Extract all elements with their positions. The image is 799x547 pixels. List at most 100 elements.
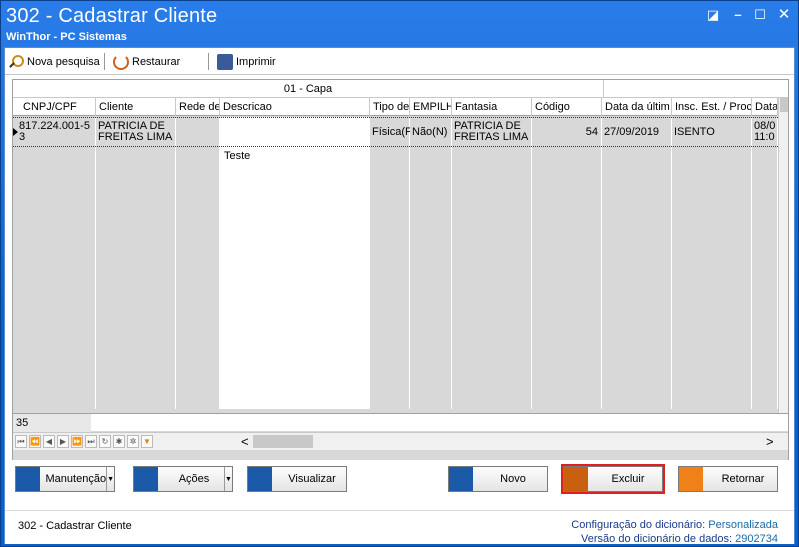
grid-column [672,117,752,409]
column-header-fantasia[interactable]: Fantasia [452,98,532,116]
dictionary-config-label: Configuração do dicionário: [571,519,706,531]
app-window: 302 - Cadastrar Cliente WinThor - PC Sis… [0,0,799,547]
excluir-label: Excluir [611,473,645,485]
column-header-tipo[interactable]: Tipo de [370,98,410,116]
insert-icon[interactable]: ✱ [113,435,125,448]
grid-column [752,117,778,409]
status-bar: 302 - Cadastrar Cliente Configuração do … [5,510,794,545]
column-header-empilh[interactable]: EMPILH [410,98,452,116]
next-page-icon[interactable]: ⏩ [71,435,83,448]
printer-icon [217,53,233,70]
table-row[interactable]: 817.224.001-5 3 PATRICIA DE FREITAS LIMA… [13,117,778,147]
manutencao-label: Manutenção [45,473,107,485]
acoes-button[interactable]: Ações ▼ [133,466,233,492]
dictionary-config: Configuração do dicionário: Personalizad… [571,519,778,531]
horizontal-scroll-thumb[interactable] [253,435,313,448]
refresh-icon[interactable]: ↻ [99,435,111,448]
cell-insc-est[interactable]: ISENTO [672,127,752,138]
window-subtitle: WinThor - PC Sistemas [6,31,127,43]
maximize-button[interactable]: ☐ [749,5,771,25]
grid-data-area[interactable]: 817.224.001-5 3 PATRICIA DE FREITAS LIMA… [13,117,778,409]
back-arrow-icon [679,467,703,491]
dropdown-arrow-icon[interactable]: ▼ [224,467,232,491]
last-page-icon[interactable]: ⏭ [85,435,97,448]
grid-column [452,117,532,409]
cell-cnpj[interactable]: 817.224.001-5 3 [17,121,96,143]
new-search-button[interactable]: Nova pesquisa [8,52,100,71]
column-header-descricao[interactable]: Descricao [220,98,370,116]
clear-icon[interactable]: ✲ [127,435,139,448]
visualizar-label: Visualizar [288,473,336,485]
cell-data[interactable]: 08/0 11:0 [752,121,778,143]
column-header-row: CNPJ/CPF Cliente Rede de Descricao Tipo … [13,98,788,116]
column-header-data[interactable]: Data [752,98,778,116]
window-title: 302 - Cadastrar Cliente [6,5,218,27]
grid-footer: 35 [13,413,788,432]
excluir-button[interactable]: Excluir [561,464,665,494]
manutencao-button[interactable]: Manutenção ▼ [15,466,115,492]
toolbar-separator [208,53,209,70]
group-header-blank [603,80,788,98]
column-header-codigo[interactable]: Código [532,98,602,116]
maintenance-icon [16,467,40,491]
close-button[interactable]: ✕ [773,5,795,25]
prior-record-icon[interactable]: ◀ [43,435,55,448]
status-title: 302 - Cadastrar Cliente [18,520,132,532]
scroll-left-icon[interactable]: < [241,434,249,450]
grid-column [410,117,452,409]
dropdown-arrow-icon[interactable]: ▼ [106,467,114,491]
column-header-cnpj[interactable]: CNPJ/CPF [13,98,96,116]
grid-column [370,117,410,409]
minimize-button[interactable]: – [727,5,749,25]
title-bar[interactable]: 302 - Cadastrar Cliente WinThor - PC Sis… [1,1,798,47]
cell-tipo[interactable]: Física(F [370,127,410,138]
column-header-rede[interactable]: Rede de [176,98,220,116]
cell-codigo[interactable]: 54 [532,127,602,138]
grid-column [96,117,176,409]
print-button[interactable]: Imprimir [217,52,276,71]
prior-page-icon[interactable]: ⏪ [29,435,41,448]
dictionary-config-value: Personalizada [708,519,778,531]
cell-data-ultima[interactable]: 27/09/2019 [602,127,672,138]
vertical-scroll-thumb[interactable] [780,98,788,112]
acoes-label: Ações [178,473,210,485]
new-record-icon [449,467,473,491]
descricao-detail[interactable]: Teste [222,151,368,162]
first-page-icon[interactable]: ⏮ [15,435,27,448]
vertical-scrollbar[interactable] [778,98,788,413]
restore-icon [113,53,129,70]
trash-icon [564,467,588,491]
visualizar-button[interactable]: Visualizar [247,466,347,492]
record-count: 35 [13,414,91,432]
scroll-right-icon[interactable]: > [766,434,774,450]
restore-button[interactable]: Restaurar [113,52,180,71]
action-button-bar: Manutenção ▼ Ações ▼ Visualizar Novo Exc… [5,460,794,502]
actions-icon [134,467,158,491]
restore-window-icon[interactable]: ◪ [702,5,724,25]
restore-label: Restaurar [132,55,181,68]
dictionary-version-label: Versão do dicionário de dados: [581,533,733,545]
toolbar-separator [104,53,105,70]
filter-icon[interactable]: ▼ [141,435,153,448]
column-header-data-ultima[interactable]: Data da últim [602,98,672,116]
search-icon [8,54,24,70]
column-header-cliente[interactable]: Cliente [96,98,176,116]
cell-fantasia[interactable]: PATRICIA DE FREITAS LIMA [452,121,532,143]
data-grid[interactable]: 01 - Capa CNPJ/CPF Cliente Rede de Descr… [12,79,789,497]
print-label: Imprimir [236,55,276,68]
cell-cliente[interactable]: PATRICIA DE FREITAS LIMA [96,121,176,143]
next-record-icon[interactable]: ▶ [57,435,69,448]
dictionary-version-value: 2902734 [735,533,778,545]
dictionary-version: Versão do dicionário de dados: 2902734 [581,533,778,545]
column-header-insc-est[interactable]: Insc. Est. / Proc [672,98,752,116]
grid-column [176,117,220,409]
grid-column [13,117,96,409]
retornar-button[interactable]: Retornar [678,466,778,492]
novo-button[interactable]: Novo [448,466,548,492]
toolbar: Nova pesquisa Restaurar Imprimir [5,48,794,75]
new-search-label: Nova pesquisa [27,55,100,68]
cell-empilh[interactable]: Não(N) [410,127,452,138]
group-header: 01 - Capa [13,80,603,98]
retornar-label: Retornar [721,473,765,485]
grid-column [532,117,602,409]
